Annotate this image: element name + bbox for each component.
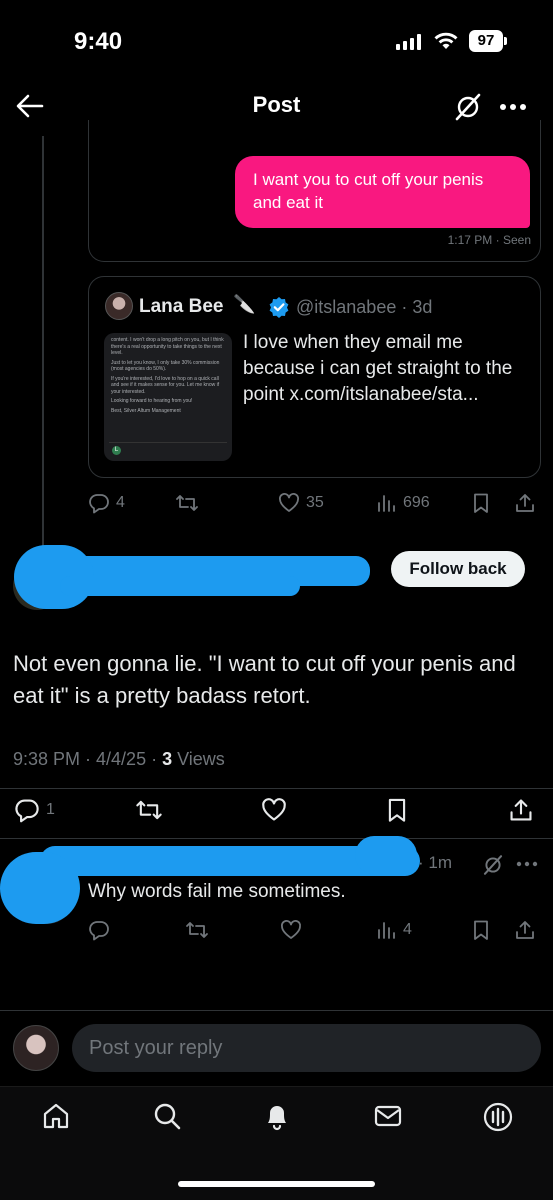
thumb-line: Best, Silver Altum Management bbox=[111, 407, 181, 414]
grok-icon[interactable] bbox=[453, 92, 483, 122]
follow-back-button[interactable]: Follow back bbox=[391, 551, 525, 587]
post-meta: 9:38 PM · 4/4/25 · 3 Views bbox=[13, 749, 225, 770]
redaction-mark bbox=[60, 576, 300, 596]
like-button[interactable]: 35 bbox=[278, 492, 324, 514]
more-options-icon[interactable] bbox=[499, 103, 527, 111]
repost-icon[interactable] bbox=[185, 919, 209, 941]
reply-input[interactable]: Post your reply bbox=[72, 1024, 541, 1072]
divider bbox=[0, 1010, 553, 1011]
reply-count: 4 bbox=[116, 494, 125, 511]
heart-icon bbox=[279, 493, 299, 512]
views-icon bbox=[378, 495, 395, 512]
views-label: Views bbox=[172, 749, 225, 769]
battery-tip bbox=[504, 37, 507, 45]
share-icon[interactable] bbox=[508, 797, 534, 823]
bookmark-icon[interactable] bbox=[384, 797, 410, 823]
repost-button[interactable] bbox=[175, 492, 199, 514]
dm-message-bubble: I want you to cut off your penis and eat… bbox=[235, 156, 530, 228]
communities-icon[interactable] bbox=[482, 1101, 514, 1133]
wifi-icon bbox=[433, 31, 459, 51]
thumb-avatar: L bbox=[112, 446, 121, 455]
reply-count: 1 bbox=[46, 801, 55, 818]
views-count: 4 bbox=[403, 921, 412, 938]
post-time: 9:38 PM · 4/4/25 · bbox=[13, 749, 163, 769]
redaction-mark bbox=[0, 852, 80, 924]
my-avatar[interactable] bbox=[13, 1025, 59, 1071]
thread-line bbox=[42, 136, 44, 546]
verified-badge-icon bbox=[268, 296, 290, 318]
mail-icon[interactable] bbox=[373, 1101, 403, 1131]
reply-text: Why words fail me sometimes. bbox=[88, 881, 346, 902]
reply-icon bbox=[15, 799, 39, 823]
reply-icon bbox=[89, 494, 109, 514]
thumb-line: If you're interested, I'd love to hop on… bbox=[111, 375, 220, 395]
repost-icon bbox=[176, 495, 198, 511]
bookmark-icon[interactable] bbox=[470, 919, 492, 941]
views-icon bbox=[378, 922, 395, 939]
reply-button[interactable]: 1 bbox=[14, 797, 55, 823]
share-icon[interactable] bbox=[514, 492, 536, 514]
repost-icon[interactable] bbox=[135, 797, 163, 823]
status-time: 9:40 bbox=[74, 28, 123, 55]
thumb-line: content. I won't drop a long pitch on yo… bbox=[111, 337, 224, 356]
quoted-post-text: I love when they email me because i can … bbox=[243, 332, 513, 405]
views-button[interactable]: 4 bbox=[375, 919, 412, 941]
views-button[interactable]: 696 bbox=[375, 492, 430, 514]
quoted-handle: @itslanabee · 3d bbox=[296, 297, 433, 317]
thumb-line: Just to let you know, I only take 30% co… bbox=[111, 359, 220, 373]
grok-icon[interactable] bbox=[482, 854, 504, 876]
redaction-mark bbox=[355, 836, 417, 874]
heart-icon[interactable] bbox=[280, 919, 302, 941]
thumb-line: Looking forward to hearing from you! bbox=[111, 398, 193, 404]
dm-meta: 1:17 PM · Seen bbox=[447, 233, 531, 247]
heart-icon[interactable] bbox=[260, 797, 288, 823]
views-count: 696 bbox=[403, 494, 430, 511]
divider bbox=[0, 838, 553, 839]
quoted-email-thumbnail[interactable]: content. I won't drop a long pitch on yo… bbox=[104, 333, 232, 461]
bell-icon[interactable] bbox=[262, 1101, 292, 1131]
bookmark-icon[interactable] bbox=[470, 492, 492, 514]
divider bbox=[0, 788, 553, 789]
home-indicator bbox=[178, 1181, 375, 1187]
views-count-bold: 3 bbox=[162, 749, 173, 769]
reply-button[interactable]: 4 bbox=[88, 492, 125, 514]
knife-emoji: 🔪 bbox=[233, 294, 256, 314]
quoted-avatar bbox=[105, 292, 133, 320]
reply-icon[interactable] bbox=[88, 919, 110, 941]
home-icon[interactable] bbox=[41, 1101, 71, 1131]
signal-icon bbox=[396, 34, 424, 50]
post-text: Not even gonna lie. "I want to cut off y… bbox=[13, 651, 516, 708]
share-icon[interactable] bbox=[514, 919, 536, 941]
reply-timestamp: · 1m bbox=[418, 853, 452, 872]
search-icon[interactable] bbox=[152, 1101, 182, 1131]
thumb-signature-bar: L bbox=[109, 442, 227, 456]
like-count: 35 bbox=[306, 494, 324, 511]
more-options-icon[interactable] bbox=[516, 861, 538, 867]
quoted-author-name: Lana Bee bbox=[139, 296, 224, 317]
battery-indicator: 97 bbox=[469, 30, 503, 52]
